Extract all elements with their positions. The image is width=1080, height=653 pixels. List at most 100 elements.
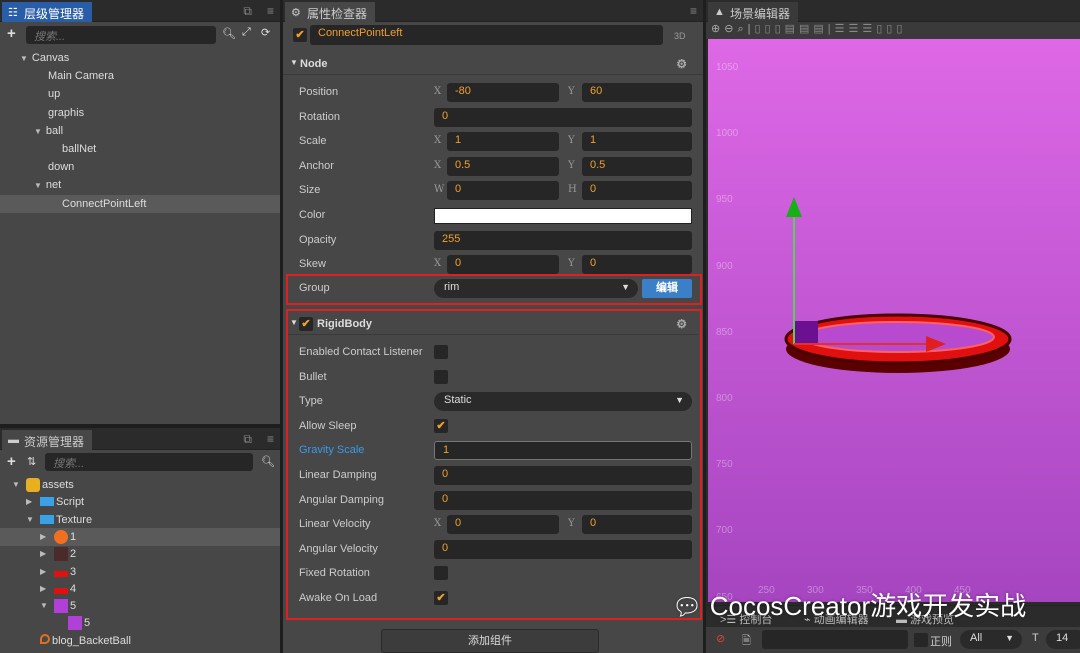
hierarchy-search-input[interactable]: 搜索... (26, 26, 216, 44)
node-name-input[interactable]: ConnectPointLeft (310, 25, 663, 45)
y-input[interactable]: 0 (582, 181, 692, 201)
number-input[interactable]: 0 (434, 466, 692, 485)
expand-arrow-icon[interactable]: ▼ (40, 597, 50, 615)
asset-item[interactable]: 5 (54, 614, 90, 632)
asset-item[interactable]: ▼ assets (12, 476, 74, 494)
tree-node[interactable]: up (48, 85, 60, 103)
node-section-header[interactable]: ▼ Node ⚙ (283, 53, 703, 75)
number-input[interactable]: 0 (434, 107, 692, 127)
zoom-out-icon[interactable]: ⊖ (724, 23, 737, 35)
gear-icon[interactable]: ⚙ (676, 317, 687, 331)
tab-assets[interactable]: ▬ 资源管理器 (2, 430, 93, 450)
y-input[interactable]: 60 (582, 83, 692, 102)
add-asset-button[interactable]: + (7, 453, 16, 470)
asset-item[interactable]: ▶ Script (26, 493, 84, 511)
tree-node-label: ConnectPointLeft (62, 197, 147, 210)
sort-icon[interactable]: ⇅ (27, 455, 36, 468)
property-checkbox[interactable] (434, 566, 448, 581)
asset-item[interactable]: blog_BacketBall (26, 632, 131, 650)
3d-toggle[interactable]: 3D (674, 31, 686, 41)
regex-checkbox[interactable] (914, 633, 928, 647)
x-input[interactable]: -80 (447, 83, 559, 102)
add-node-button[interactable]: + (7, 25, 16, 42)
x-input[interactable]: 0.5 (447, 156, 559, 176)
edit-group-button[interactable]: 编辑 (642, 279, 692, 298)
zoom-reset-icon[interactable]: ⌕ (737, 23, 747, 35)
zoom-in-icon[interactable]: ⊕ (711, 23, 724, 35)
asset-item[interactable]: ▼ 5 (40, 597, 76, 615)
node-active-checkbox[interactable]: ✔ (293, 28, 307, 42)
font-size-select[interactable]: 14 (1046, 630, 1080, 649)
search-icon[interactable]: 🔍︎ (222, 27, 236, 40)
x-input[interactable]: 0 (447, 181, 559, 201)
x-input[interactable]: 1 (447, 132, 559, 152)
expand-icon[interactable]: ⤢ (242, 26, 251, 39)
clear-icon[interactable]: ⊘ (716, 632, 725, 645)
tree-node[interactable]: ▼ Canvas (20, 49, 69, 67)
property-label: Rotation (299, 110, 340, 123)
y-input[interactable]: 0 (582, 255, 692, 275)
x-input[interactable]: 0 (447, 515, 559, 535)
align-icons[interactable]: ▯▯▯▤▤▤|☰☰☰▯▯▯ (754, 23, 906, 35)
gear-icon[interactable]: ⚙ (676, 57, 687, 71)
asset-item[interactable]: ▼ Texture (26, 511, 92, 529)
asset-item[interactable]: ▶ 4 (40, 580, 76, 598)
y-input[interactable]: 0 (582, 515, 692, 535)
tree-node[interactable]: ▼ ball (34, 122, 63, 140)
transform-gizmo[interactable] (708, 39, 1080, 602)
tab-hierarchy[interactable]: ☷ 层级管理器 (2, 2, 93, 22)
expand-arrow-icon[interactable]: ▼ (12, 476, 22, 494)
tree-node[interactable]: ConnectPointLeft (62, 195, 146, 213)
number-input[interactable]: 0 (434, 490, 692, 510)
scene-viewport[interactable]: 1050 1000 950 900 850 800 750 700 650 (708, 39, 1080, 603)
property-select[interactable]: Static ▼ (434, 392, 692, 412)
expand-arrow-icon[interactable]: ▶ (40, 580, 50, 598)
expand-arrow-icon[interactable]: ▼ (34, 181, 42, 190)
expand-arrow-icon[interactable]: ▼ (20, 54, 28, 63)
asset-item[interactable]: ▶ 2 (40, 545, 76, 563)
popout-icon[interactable]: ⧉ (243, 4, 252, 19)
tree-node[interactable]: down (48, 158, 74, 176)
number-input[interactable]: 255 (434, 230, 692, 250)
x-input[interactable]: 0 (447, 255, 559, 275)
expand-arrow-icon[interactable]: ▶ (40, 528, 50, 546)
expand-arrow-icon[interactable]: ▶ (40, 545, 50, 563)
asset-item[interactable]: ▶ 1 (40, 528, 76, 546)
y-input[interactable]: 0.5 (582, 156, 692, 176)
tree-node[interactable]: ballNet (62, 140, 96, 158)
assets-search-input[interactable]: 搜索... (45, 453, 253, 471)
y-input[interactable]: 1 (582, 132, 692, 152)
tree-node[interactable]: ▼ net (34, 176, 61, 194)
expand-arrow-icon[interactable]: ▶ (40, 563, 50, 581)
menu-icon[interactable]: ≡ (267, 432, 274, 446)
file-icon[interactable]: 🗎︎ (742, 632, 751, 651)
menu-icon[interactable]: ≡ (267, 4, 274, 18)
refresh-icon[interactable]: ⟳ (261, 26, 270, 39)
tree-node[interactable]: Main Camera (48, 67, 114, 85)
menu-icon[interactable]: ≡ (690, 4, 697, 18)
log-level-select[interactable]: All ▼ (960, 630, 1022, 649)
console-filter-input[interactable] (762, 630, 908, 649)
color-swatch[interactable] (434, 208, 692, 224)
property-checkbox[interactable]: ✔ (434, 591, 448, 605)
group-select[interactable]: rim ▼ (434, 279, 638, 298)
y-arrow-icon[interactable] (786, 197, 802, 217)
asset-item[interactable]: ▶ 3 (40, 563, 76, 581)
property-checkbox[interactable] (434, 345, 448, 359)
tree-node[interactable]: graphis (48, 104, 84, 122)
number-input[interactable]: 1 (434, 441, 692, 461)
rigidbody-enabled-checkbox[interactable]: ✔ (299, 317, 313, 331)
property-checkbox[interactable] (434, 369, 448, 384)
expand-arrow-icon[interactable]: ▶ (26, 493, 36, 511)
add-component-button[interactable]: 添加组件 (381, 629, 599, 653)
tab-inspector[interactable]: ⚙ 属性检查器 (285, 2, 376, 22)
expand-arrow-icon[interactable]: ▼ (26, 511, 36, 529)
search-icon[interactable]: 🔍︎ (261, 455, 275, 468)
tab-scene[interactable]: ▲ 场景编辑器 (708, 2, 799, 22)
property-checkbox[interactable]: ✔ (434, 418, 448, 433)
number-input[interactable]: 0 (434, 539, 692, 559)
x-axis-label: X (434, 258, 442, 270)
rigidbody-section-header[interactable]: ▼ ✔ RigidBody ⚙ (288, 313, 698, 335)
popout-icon[interactable]: ⧉ (243, 432, 252, 447)
expand-arrow-icon[interactable]: ▼ (34, 127, 42, 136)
